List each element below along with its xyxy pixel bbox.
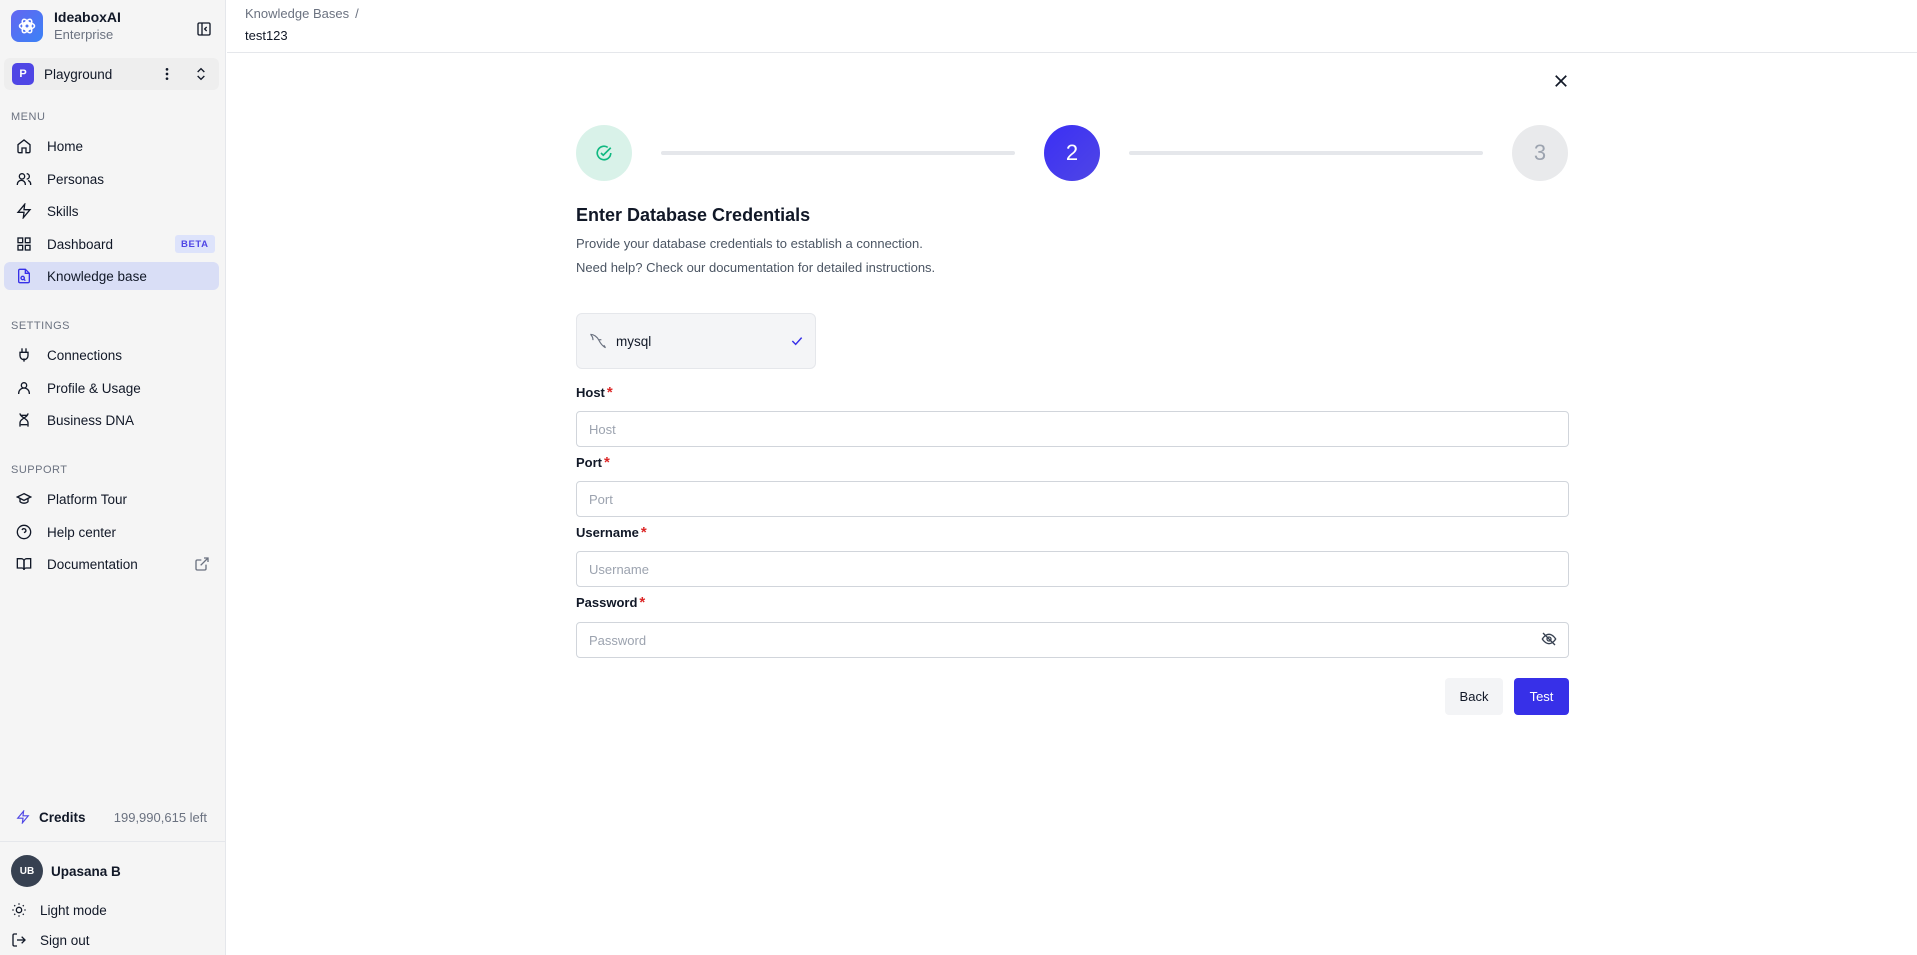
brand-name: IdeaboxAI <box>54 9 121 25</box>
sidebar-item-label: Dashboard <box>47 236 114 252</box>
form-help-text: Need help? Check our documentation for d… <box>576 260 936 275</box>
support-section-label: SUPPORT <box>11 464 68 476</box>
user-profile[interactable]: UB Upasana B <box>11 855 121 887</box>
sun-icon <box>12 903 26 917</box>
required-marker: * <box>640 524 647 541</box>
sidebar-item-label: Business DNA <box>47 412 135 428</box>
sidebar-item-connections[interactable]: Connections <box>4 341 219 369</box>
required-marker: * <box>604 454 610 471</box>
sidebar-item-knowledge-base[interactable]: Knowledge base <box>4 262 219 290</box>
sidebar-item-home[interactable]: Home <box>4 132 219 160</box>
zap-icon <box>16 203 32 219</box>
sidebar-item-label: Knowledge base <box>47 268 147 284</box>
port-label: Port * <box>576 454 610 471</box>
sidebar-collapse-icon[interactable] <box>195 20 213 38</box>
sidebar-item-label: Help center <box>47 524 117 540</box>
sidebar-divider <box>0 841 226 842</box>
credits-label: Credits <box>39 809 86 825</box>
file-search-icon <box>18 268 30 284</box>
sidebar-item-label: Platform Tour <box>47 491 128 507</box>
brand[interactable]: IdeaboxAI Enterprise <box>11 9 121 43</box>
workspace-name: Playground <box>44 66 113 82</box>
page-title: Enter Database Credentials <box>576 205 811 225</box>
step-connector <box>661 151 1015 155</box>
brand-plan: Enterprise <box>54 27 114 42</box>
eye-off-icon[interactable] <box>1541 631 1559 649</box>
step-1-complete <box>576 125 632 181</box>
breadcrumb-separator: / <box>355 6 359 21</box>
sidebar-item-label: Documentation <box>47 556 138 572</box>
sidebar-item-business-dna[interactable]: Business DNA <box>4 406 219 434</box>
ideabox-logo-icon <box>11 10 43 42</box>
breadcrumb-parent-link[interactable]: Knowledge Bases <box>245 6 349 21</box>
database-type-card[interactable]: mysql <box>576 313 816 369</box>
more-vertical-icon[interactable] <box>159 66 175 82</box>
sidebar-item-label: Personas <box>47 171 105 187</box>
dna-icon <box>19 413 29 427</box>
sidebar: IdeaboxAI Enterprise P Playground MENU H… <box>0 0 226 955</box>
sidebar-item-dashboard[interactable]: Dashboard BETA <box>4 230 219 258</box>
username-input[interactable] <box>576 551 1569 587</box>
sign-out-button[interactable]: Sign out <box>11 932 90 948</box>
light-mode-toggle[interactable]: Light mode <box>11 902 107 918</box>
sidebar-item-help-center[interactable]: Help center <box>4 518 219 546</box>
sidebar-item-label: Profile & Usage <box>47 380 141 396</box>
step-connector <box>1129 151 1483 155</box>
sidebar-item-label: Connections <box>47 347 123 363</box>
sidebar-item-platform-tour[interactable]: Platform Tour <box>4 485 219 513</box>
sidebar-item-personas[interactable]: Personas <box>4 165 219 193</box>
circle-check-icon <box>596 145 612 161</box>
close-icon[interactable] <box>1552 72 1570 90</box>
avatar: UB <box>11 855 43 887</box>
host-input[interactable] <box>576 411 1569 447</box>
host-label: Host * <box>576 384 613 401</box>
zap-icon <box>16 810 30 824</box>
users-icon <box>16 173 32 185</box>
step-3-pending: 3 <box>1512 125 1568 181</box>
breadcrumb-current: test123 <box>245 28 288 43</box>
sidebar-item-profile-usage[interactable]: Profile & Usage <box>4 374 219 402</box>
form-description: Provide your database credentials to est… <box>576 236 923 251</box>
help-circle-icon <box>16 524 32 540</box>
port-input[interactable] <box>576 481 1569 517</box>
chevrons-up-down-icon[interactable] <box>193 66 209 82</box>
credits-value: 199,990,615 left <box>113 809 207 825</box>
sidebar-item-label: Home <box>47 138 84 154</box>
plug-icon <box>19 348 29 362</box>
workspace-avatar: P <box>12 63 34 85</box>
beta-badge: BETA <box>175 235 215 253</box>
breadcrumb: Knowledge Bases / test123 <box>227 0 1917 53</box>
mysql-dolphin-icon <box>590 333 606 349</box>
test-button[interactable]: Test <box>1514 678 1569 715</box>
password-label: Password * <box>576 594 646 611</box>
log-out-icon <box>12 933 26 947</box>
grid-icon <box>17 237 31 251</box>
sidebar-item-documentation[interactable]: Documentation <box>4 550 219 578</box>
light-mode-label: Light mode <box>40 902 107 918</box>
book-icon <box>16 558 32 571</box>
menu-section-label: MENU <box>11 111 46 123</box>
username-label: Username * <box>576 524 647 541</box>
step-2-current: 2 <box>1044 125 1100 181</box>
check-icon <box>789 333 805 349</box>
password-input[interactable] <box>576 622 1569 658</box>
required-marker: * <box>606 384 613 401</box>
settings-section-label: SETTINGS <box>11 320 71 332</box>
credits-row[interactable]: Credits 199,990,615 left <box>4 803 219 831</box>
required-marker: * <box>639 594 646 611</box>
workspace-switcher[interactable]: P Playground <box>4 58 219 90</box>
sign-out-label: Sign out <box>40 932 90 948</box>
sidebar-item-label: Skills <box>47 203 79 219</box>
graduation-cap-icon <box>16 492 32 504</box>
database-type-label: mysql <box>616 333 652 349</box>
user-name: Upasana B <box>51 863 121 879</box>
external-link-icon <box>194 556 209 571</box>
home-icon <box>17 139 31 154</box>
sidebar-item-skills[interactable]: Skills <box>4 197 219 225</box>
back-button[interactable]: Back <box>1445 678 1503 715</box>
user-icon <box>18 382 30 394</box>
